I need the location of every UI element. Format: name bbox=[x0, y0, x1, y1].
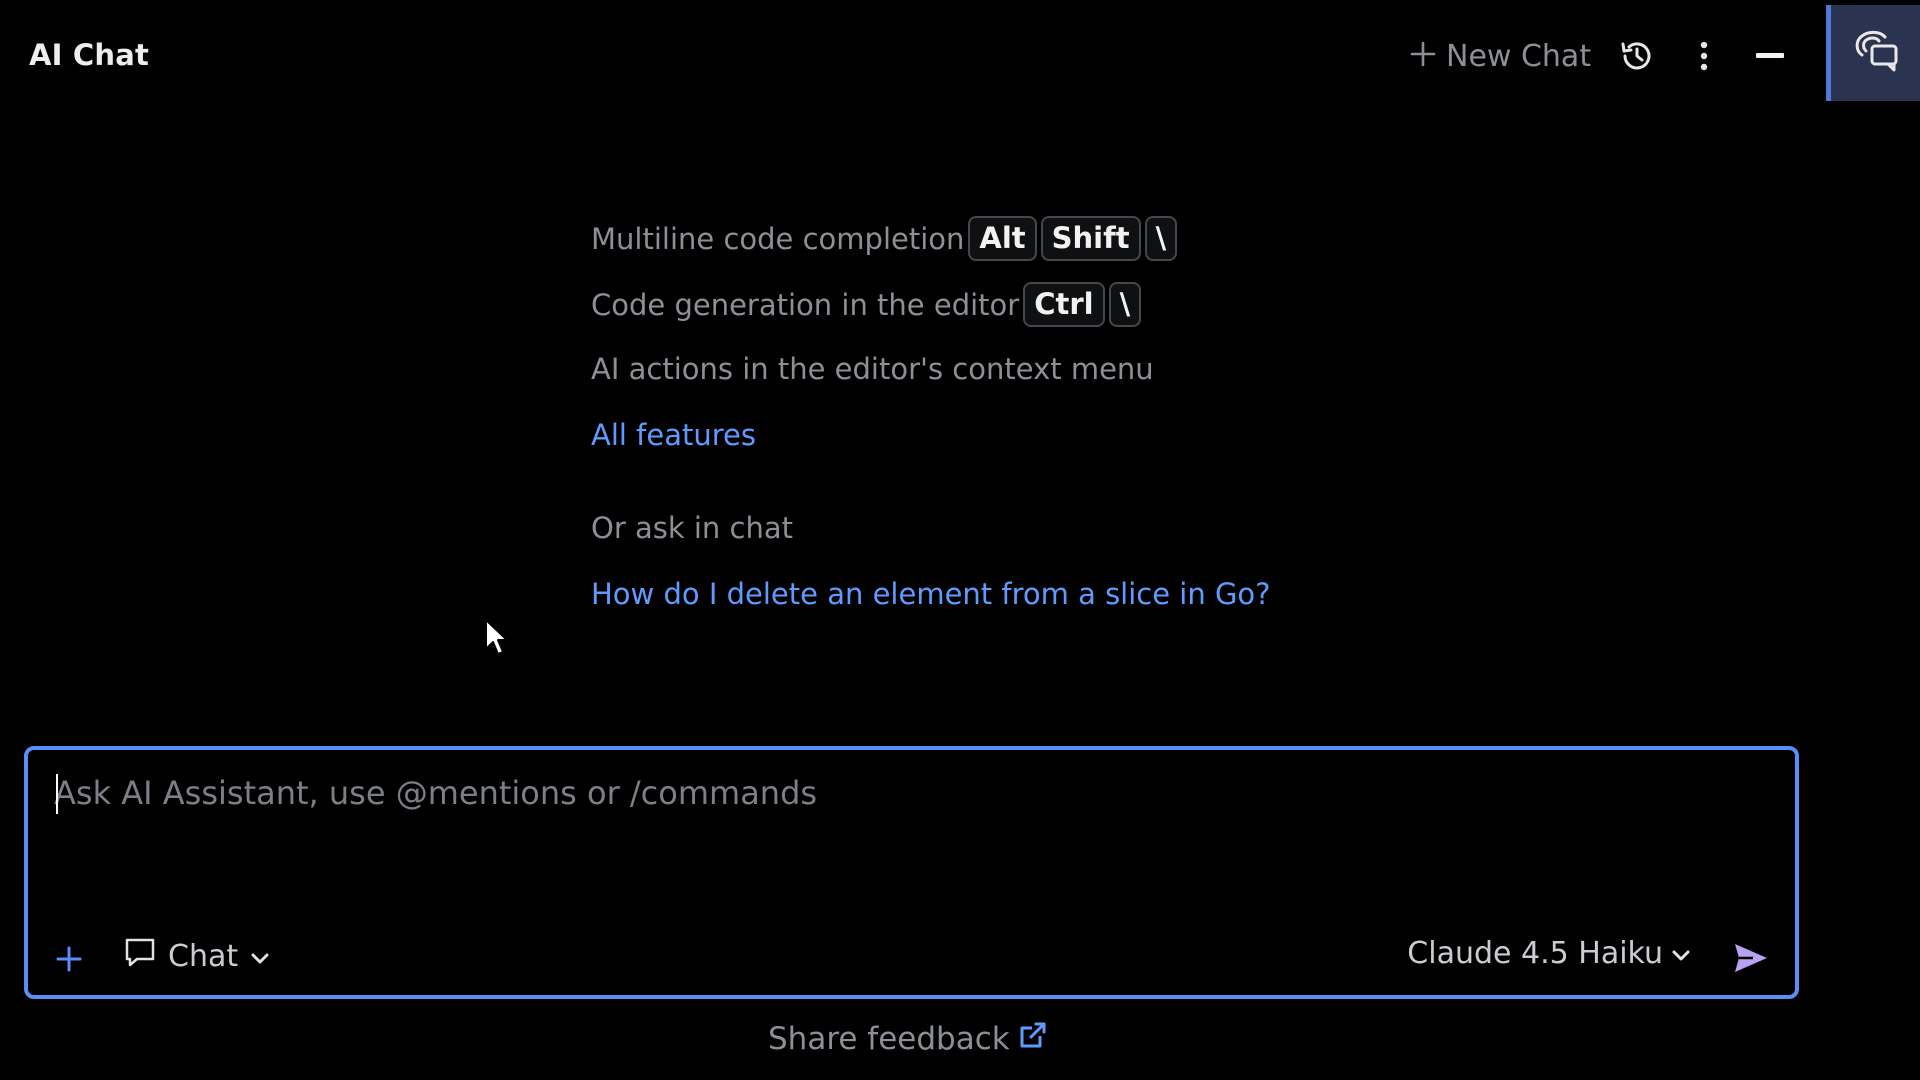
all-features-row: All features bbox=[591, 418, 756, 452]
model-dropdown[interactable]: Claude 4.5 Haiku bbox=[1407, 936, 1691, 971]
panel-title: AI Chat bbox=[29, 38, 150, 72]
tool-window-strip bbox=[1826, 0, 1920, 1080]
ai-chat-tool-button[interactable] bbox=[1826, 5, 1920, 101]
ai-chat-panel: AI Chat New Chat Multiline code completi… bbox=[0, 0, 1920, 1080]
ask-heading-row: Or ask in chat bbox=[591, 511, 793, 545]
feature-label: AI actions in the editor's context menu bbox=[591, 352, 1154, 386]
shortcut-key: \ bbox=[1108, 282, 1142, 327]
shortcut-key: Alt bbox=[968, 216, 1037, 261]
ai-chat-icon bbox=[1852, 29, 1900, 77]
add-context-button[interactable] bbox=[52, 942, 86, 976]
new-chat-button[interactable]: New Chat bbox=[1410, 36, 1591, 76]
text-caret bbox=[56, 774, 58, 814]
shortcut-key: Shift bbox=[1040, 216, 1141, 261]
feature-row: Multiline code completion Alt Shift \ bbox=[591, 216, 1178, 261]
feature-label: Multiline code completion bbox=[591, 221, 965, 256]
suggestion-row: How do I delete an element from a slice … bbox=[591, 577, 1271, 611]
shortcut-key: \ bbox=[1144, 216, 1178, 261]
model-label: Claude 4.5 Haiku bbox=[1407, 936, 1663, 971]
feature-row: Code generation in the editor Ctrl \ bbox=[591, 282, 1142, 327]
send-button[interactable] bbox=[1731, 938, 1771, 978]
more-vertical-icon[interactable] bbox=[1684, 36, 1724, 76]
chat-input-box: Chat Claude 4.5 Haiku bbox=[24, 746, 1799, 999]
chat-bubble-icon bbox=[124, 936, 156, 976]
chevron-down-icon bbox=[1671, 936, 1691, 971]
share-feedback-label: Share feedback bbox=[768, 1021, 1010, 1057]
minimize-icon[interactable] bbox=[1750, 36, 1790, 76]
history-icon[interactable] bbox=[1617, 36, 1657, 76]
all-features-link[interactable]: All features bbox=[591, 418, 756, 452]
new-chat-label: New Chat bbox=[1446, 38, 1592, 74]
share-feedback-link[interactable]: Share feedback bbox=[768, 1020, 1048, 1058]
header: AI Chat New Chat bbox=[0, 0, 1826, 100]
feature-row: AI actions in the editor's context menu bbox=[591, 352, 1154, 386]
shortcut-key: Ctrl bbox=[1023, 282, 1105, 327]
plus-icon bbox=[1410, 38, 1436, 74]
send-icon bbox=[1735, 944, 1767, 972]
chat-mode-dropdown[interactable]: Chat bbox=[124, 936, 270, 976]
chat-prompt-input[interactable] bbox=[54, 768, 1754, 818]
mouse-pointer-icon bbox=[484, 618, 510, 658]
ask-in-chat-heading: Or ask in chat bbox=[591, 511, 793, 545]
suggestion-link[interactable]: How do I delete an element from a slice … bbox=[591, 577, 1271, 611]
feature-label: Code generation in the editor bbox=[591, 287, 1020, 322]
external-link-icon bbox=[1018, 1020, 1048, 1058]
chat-mode-label: Chat bbox=[168, 938, 239, 974]
chevron-down-icon bbox=[250, 939, 270, 974]
plus-icon bbox=[56, 946, 82, 972]
